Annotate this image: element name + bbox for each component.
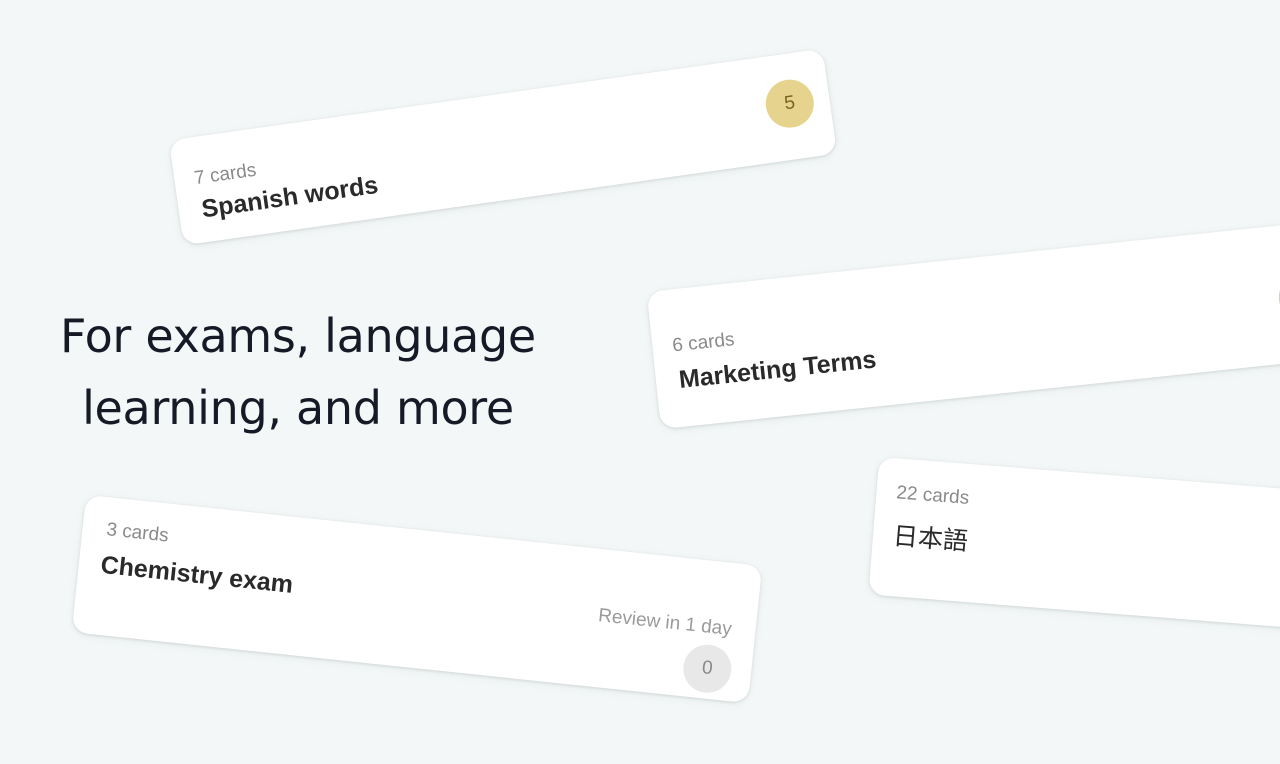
headline-line-1: For exams, language [60, 309, 536, 363]
deck-card-title: Chemistry exam [99, 550, 295, 599]
headline-line-2: learning, and more [82, 381, 514, 435]
due-count-badge [1276, 270, 1280, 324]
due-count-badge: 0 [680, 642, 734, 696]
headline: For exams, language learning, and more [20, 300, 576, 444]
deck-card-japanese[interactable]: 22 cards 日本語 [868, 456, 1280, 636]
deck-card-count: 6 cards [671, 329, 736, 357]
due-count-badge: 5 [762, 76, 817, 131]
deck-card-chemistry-exam[interactable]: 3 cards Chemistry exam Review in 1 day 0 [71, 494, 763, 704]
deck-card-title: 日本語 [891, 521, 969, 556]
deck-card-count: 22 cards [895, 482, 970, 509]
review-schedule-label: Review in 1 day [597, 605, 733, 641]
deck-card-count: 7 cards [192, 159, 258, 190]
deck-card-marketing-terms[interactable]: 6 cards Marketing Terms [646, 220, 1280, 430]
deck-card-count: 3 cards [105, 519, 170, 547]
deck-card-spanish-words[interactable]: 7 cards Spanish words 5 [168, 48, 838, 246]
